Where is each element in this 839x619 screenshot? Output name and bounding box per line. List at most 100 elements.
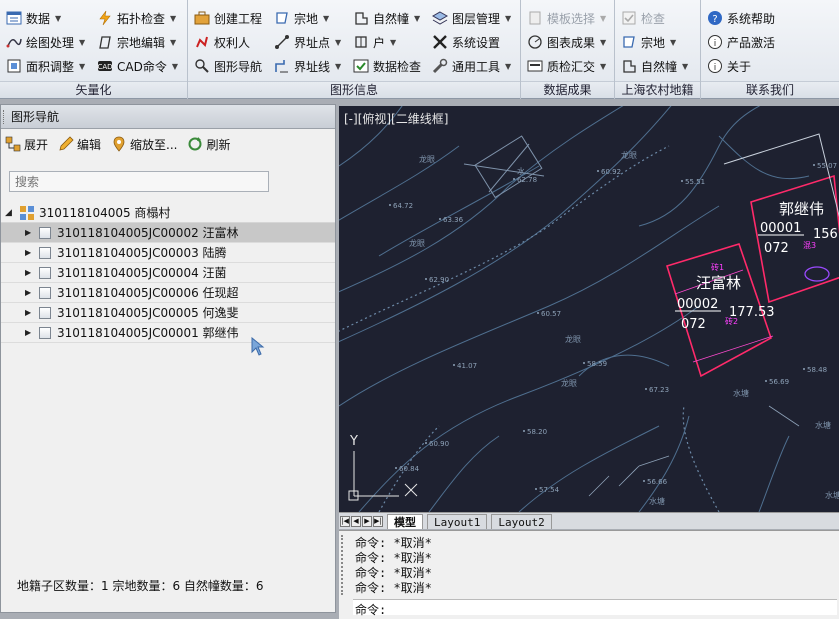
graphic-nav-label: 图形导航 [214,59,263,74]
topology-check-label: 拓扑检查 [117,11,166,26]
boundary-line-button[interactable]: 界址线 ▼ [274,55,341,77]
next-tab-button[interactable]: ▶ [362,515,372,527]
quality-submit-button[interactable]: 质检汇交 ▼ [527,55,606,77]
tab-model[interactable]: 模型 [387,513,423,529]
tree-node[interactable]: ▶ 310118104005JC00002 汪富林 [1,223,335,243]
expand-button[interactable]: 展开 [5,136,48,153]
expand-triangle-icon[interactable]: ▶ [25,268,39,277]
elevation-point-marker [395,467,397,469]
cad-command-button[interactable]: CAD CAD命令 ▼ [97,55,178,77]
tree-node-list: ▶ 310118104005JC00002 汪富林 ▶ 310118104005JC0… [1,223,335,343]
group-shanghai-rural-cadastre: 检查 宗地 ▼ 自然幢 ▼ 上海农村地籍 [615,0,701,99]
graphic-nav-panel: 图形导航 展开 编辑 缩放至... 刷新 ◢ 310118104005 商榻村 … [0,104,336,613]
expand-triangle-icon[interactable]: ▶ [25,288,39,297]
natural-building-button[interactable]: 自然幢 ▼ [353,7,420,29]
graphic-nav-button[interactable]: 图形导航 [194,55,262,77]
edit-pencil-icon [58,136,74,152]
command-window-grip[interactable] [341,535,351,595]
parcel-node-icon [39,246,51,259]
owner-label: 权利人 [214,35,251,50]
activate-button[interactable]: i 产品激活 [707,31,775,53]
area-adjust-button[interactable]: 面积调整 ▼ [6,55,85,77]
first-tab-button[interactable]: |◀ [340,515,350,527]
expand-triangle-icon[interactable]: ▶ [25,228,39,237]
elevation-point-marker [535,488,537,490]
boundary-point-button[interactable]: 界址点 ▼ [274,31,341,53]
expand-triangle-icon[interactable]: ▶ [25,248,39,257]
help-button[interactable]: ? 系统帮助 [707,7,775,29]
elevation-label: 56.66 [647,478,668,486]
command-input[interactable]: 命令: [353,599,837,617]
activate-icon: i [707,34,723,50]
elevation-label: 58.59 [587,360,607,368]
tree-root[interactable]: ◢ 310118104005 商榻村 [1,203,335,223]
data-check-button[interactable]: 数据检查 [353,55,421,77]
mouse-cursor-icon [251,337,265,356]
parcel-edit-icon [97,34,113,50]
template-select-button[interactable]: 模板选择 ▼ [527,7,606,29]
tree-node[interactable]: ▶ 310118104005JC00004 汪菌 [1,263,335,283]
data-icon [6,10,22,26]
command-window: 命令: *取消* 命令: *取消* 命令: *取消* 命令: *取消* 命令: [339,530,839,619]
settings-icon [432,34,448,50]
expand-label: 展开 [24,137,49,152]
parcel-edit-button[interactable]: 宗地编辑 ▼ [97,31,176,53]
elevation-point-marker [681,180,683,182]
tab-layout1[interactable]: Layout1 [427,513,488,529]
household-button[interactable]: 户 ▼ [353,31,396,53]
about-button[interactable]: i 关于 [707,55,751,77]
prev-tab-button[interactable]: ◀ [351,515,361,527]
expand-triangle-icon[interactable]: ▶ [25,328,39,337]
data-button[interactable]: 数据 ▼ [6,7,61,29]
parcel-boundary-2[interactable] [723,133,839,304]
land-use-tag: 龙眼 [419,154,435,164]
expand-icon [5,136,21,152]
elevation-point-marker [513,178,515,180]
viewport-label[interactable]: [-][俯视][二维线框] [344,110,448,127]
cad-viewport[interactable]: 汪富林 00002 072 177.53 砖1 砖2 郭继伟 00001 072… [339,106,839,512]
owner-button[interactable]: 权利人 [194,31,250,53]
elevation-label: 64.72 [393,202,413,210]
parcel-icon [621,34,637,50]
rural-building-button[interactable]: 自然幢 ▼ [621,55,688,77]
parcel-node-icon [39,326,51,339]
last-tab-button[interactable]: ▶| [373,515,383,527]
chart-result-button[interactable]: 图表成果 ▼ [527,31,606,53]
elevation-point-marker [537,312,539,314]
rural-parcel-button[interactable]: 宗地 ▼ [621,31,676,53]
elevation-label: 57.54 [539,486,560,494]
cad-drawing[interactable]: 汪富林 00002 072 177.53 砖1 砖2 郭继伟 00001 072… [339,106,839,512]
refresh-button[interactable]: 刷新 [187,136,231,153]
topology-check-icon [97,10,113,26]
edit-button[interactable]: 编辑 [58,136,101,153]
create-project-button[interactable]: 创建工程 [194,7,262,29]
collapse-triangle-icon[interactable]: ◢ [5,208,19,218]
land-use-tag: 水塘 [649,496,665,506]
settings-button[interactable]: 系统设置 [432,31,500,53]
parcel-button[interactable]: 宗地 ▼ [274,7,329,29]
layer-manage-button[interactable]: 图层管理 ▼ [432,7,511,29]
tools-button[interactable]: 通用工具 ▼ [432,55,511,77]
quality-submit-label: 质检汇交 [547,59,596,74]
ribbon: 数据 ▼ 绘图处理 ▼ 面积调整 ▼ 拓扑检查 ▼ 宗地编辑 ▼ CAD CAD命令 ▼ 矢… [0,0,839,99]
tree-node[interactable]: ▶ 310118104005JC00003 陆腾 [1,243,335,263]
tree-node[interactable]: ▶ 310118104005JC00005 何逸斐 [1,303,335,323]
tree-node[interactable]: ▶ 310118104005JC00001 郭继伟 [1,323,335,343]
svg-text:CAD: CAD [97,63,112,71]
parcel-node-icon [39,306,51,319]
water-hatch [588,405,800,497]
elevation-label: 58.20 [527,428,547,436]
svg-text:i: i [714,63,717,73]
topology-check-button[interactable]: 拓扑检查 ▼ [97,7,176,29]
draw-process-button[interactable]: 绘图处理 ▼ [6,31,85,53]
boundary-point-icon [274,34,290,50]
check-button[interactable]: 检查 [621,7,665,29]
tree-node[interactable]: ▶ 310118104005JC00006 任现超 [1,283,335,303]
search-input[interactable] [9,171,269,192]
expand-triangle-icon[interactable]: ▶ [25,308,39,317]
boundary-line-icon [274,58,290,74]
tree-root-label: 310118104005 商榻村 [39,206,171,220]
panel-toolbar: 展开 编辑 缩放至... 刷新 [1,129,335,159]
tab-layout2[interactable]: Layout2 [491,513,552,529]
zoom-to-button[interactable]: 缩放至... [111,136,177,153]
